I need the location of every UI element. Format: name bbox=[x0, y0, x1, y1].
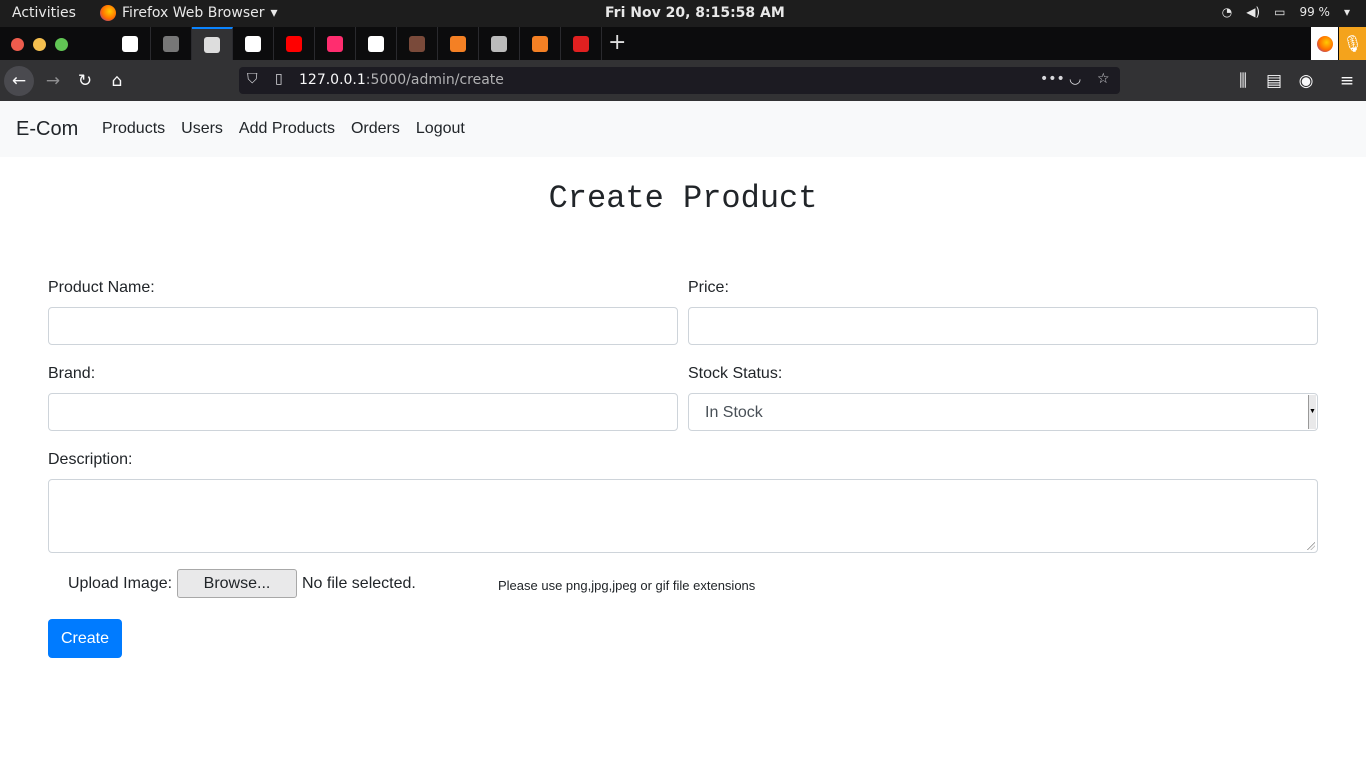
system-tray[interactable]: ◔ ◀) ▭ 99 % ▾ bbox=[1222, 5, 1350, 19]
browser-tab[interactable] bbox=[110, 27, 151, 60]
description-textarea[interactable] bbox=[48, 479, 1318, 553]
file-status: No file selected. bbox=[302, 575, 416, 592]
github-icon bbox=[122, 35, 138, 52]
chevron-down-icon: ▾ bbox=[1343, 5, 1350, 19]
menu-icon[interactable]: ≡ bbox=[1332, 66, 1362, 96]
browser-tab[interactable] bbox=[520, 27, 561, 60]
medium-icon bbox=[368, 35, 384, 52]
description-label: Description: bbox=[48, 451, 133, 468]
stackoverflow-icon bbox=[532, 35, 548, 52]
library-icon[interactable]: ⫼ bbox=[1228, 66, 1258, 96]
news-icon bbox=[245, 35, 261, 52]
price-input[interactable] bbox=[688, 307, 1318, 345]
back-button[interactable]: ← bbox=[4, 66, 34, 96]
cart-icon bbox=[204, 36, 220, 53]
account-icon[interactable]: ◉ bbox=[1291, 66, 1321, 96]
page-title: Create Product bbox=[548, 180, 818, 217]
new-tab-button[interactable]: + bbox=[608, 30, 626, 55]
browser-tab[interactable] bbox=[151, 27, 192, 60]
brand-label: Brand: bbox=[48, 365, 96, 382]
chevron-down-icon: ▾ bbox=[270, 5, 278, 21]
sidebar-icon[interactable]: ▤ bbox=[1259, 66, 1289, 96]
app-menu[interactable]: Firefox Web Browser ▾ bbox=[100, 5, 278, 21]
pocket-icon[interactable]: ◡ bbox=[1069, 71, 1081, 87]
activities-button[interactable]: Activities bbox=[12, 5, 76, 21]
browser-tab[interactable] bbox=[438, 27, 479, 60]
microphone-extension-icon[interactable]: 🎙 bbox=[1339, 27, 1366, 60]
page-info-icon[interactable]: ▯ bbox=[275, 71, 283, 87]
stackoverflow-icon bbox=[450, 35, 466, 52]
forward-button[interactable]: → bbox=[38, 66, 68, 96]
bookmark-star-icon[interactable]: ☆ bbox=[1097, 71, 1110, 87]
home-button[interactable]: ⌂ bbox=[102, 66, 132, 96]
nav-link-products[interactable]: Products bbox=[102, 120, 165, 138]
nav-link-users[interactable]: Users bbox=[181, 120, 223, 138]
nav-link-logout[interactable]: Logout bbox=[416, 120, 465, 138]
avatar-icon bbox=[409, 35, 425, 52]
nav-links: Products Users Add Products Orders Logout bbox=[102, 120, 465, 138]
product-name-input[interactable] bbox=[48, 307, 678, 345]
resize-grip-icon[interactable] bbox=[1307, 542, 1315, 550]
url-text[interactable]: 127.0.0.1:5000/admin/create bbox=[299, 72, 504, 88]
nav-link-add-products[interactable]: Add Products bbox=[239, 120, 335, 138]
browser-tab[interactable] bbox=[192, 27, 233, 60]
battery-percentage: 99 % bbox=[1299, 5, 1330, 19]
price-label: Price: bbox=[688, 279, 729, 296]
create-button[interactable]: Create bbox=[48, 619, 122, 658]
browser-tab[interactable] bbox=[561, 27, 602, 60]
dropdown-arrow-icon: ▼ bbox=[1308, 395, 1316, 429]
microphone-icon bbox=[573, 35, 589, 52]
upload-image-label: Upload Image: bbox=[68, 575, 173, 592]
os-top-bar: Activities Firefox Web Browser ▾ Fri Nov… bbox=[0, 0, 1366, 27]
url-bar[interactable]: ⛉ ▯ 127.0.0.1:5000/admin/create ••• ◡ ☆ bbox=[239, 67, 1120, 94]
nav-link-orders[interactable]: Orders bbox=[351, 120, 400, 138]
phone-icon bbox=[491, 35, 507, 52]
site-navbar: E-Com Products Users Add Products Orders Log… bbox=[0, 101, 1366, 157]
browser-tab[interactable] bbox=[479, 27, 520, 60]
reload-button[interactable]: ↻ bbox=[70, 66, 100, 96]
youtube-icon bbox=[286, 35, 302, 52]
brand-input[interactable] bbox=[48, 393, 678, 431]
browser-tab[interactable] bbox=[315, 27, 356, 60]
battery-icon: ▭ bbox=[1274, 5, 1286, 19]
stock-status-select[interactable]: In Stock ▼ bbox=[688, 393, 1318, 431]
music-icon bbox=[327, 35, 343, 52]
maximize-window-button[interactable] bbox=[55, 38, 68, 51]
tracking-protection-icon[interactable]: ⛉ bbox=[247, 71, 258, 87]
firefox-extension-icon[interactable] bbox=[1311, 27, 1338, 60]
site-icon bbox=[163, 35, 179, 52]
volume-icon: ◀) bbox=[1246, 5, 1261, 19]
page-actions-icon[interactable]: ••• bbox=[1040, 71, 1065, 87]
stock-status-label: Stock Status: bbox=[688, 365, 783, 382]
close-window-button[interactable] bbox=[11, 38, 24, 51]
browser-tab[interactable] bbox=[397, 27, 438, 60]
tab-strip: + 🎙 bbox=[0, 27, 1366, 60]
wifi-icon: ◔ bbox=[1221, 5, 1233, 19]
clock[interactable]: Fri Nov 20, 8:15:58 AM bbox=[605, 5, 785, 21]
file-extension-hint: Please use png,jpg,jpeg or gif file exte… bbox=[498, 578, 756, 593]
product-name-label: Product Name: bbox=[48, 279, 155, 296]
browser-tab[interactable] bbox=[356, 27, 397, 60]
browser-tab[interactable] bbox=[274, 27, 315, 60]
browse-button[interactable]: Browse... bbox=[177, 569, 297, 598]
minimize-window-button[interactable] bbox=[33, 38, 46, 51]
app-menu-label: Firefox Web Browser bbox=[122, 5, 265, 21]
stock-status-value: In Stock bbox=[705, 404, 763, 421]
brand-link[interactable]: E-Com bbox=[16, 118, 78, 141]
firefox-icon bbox=[100, 5, 116, 21]
browser-tab[interactable] bbox=[233, 27, 274, 60]
